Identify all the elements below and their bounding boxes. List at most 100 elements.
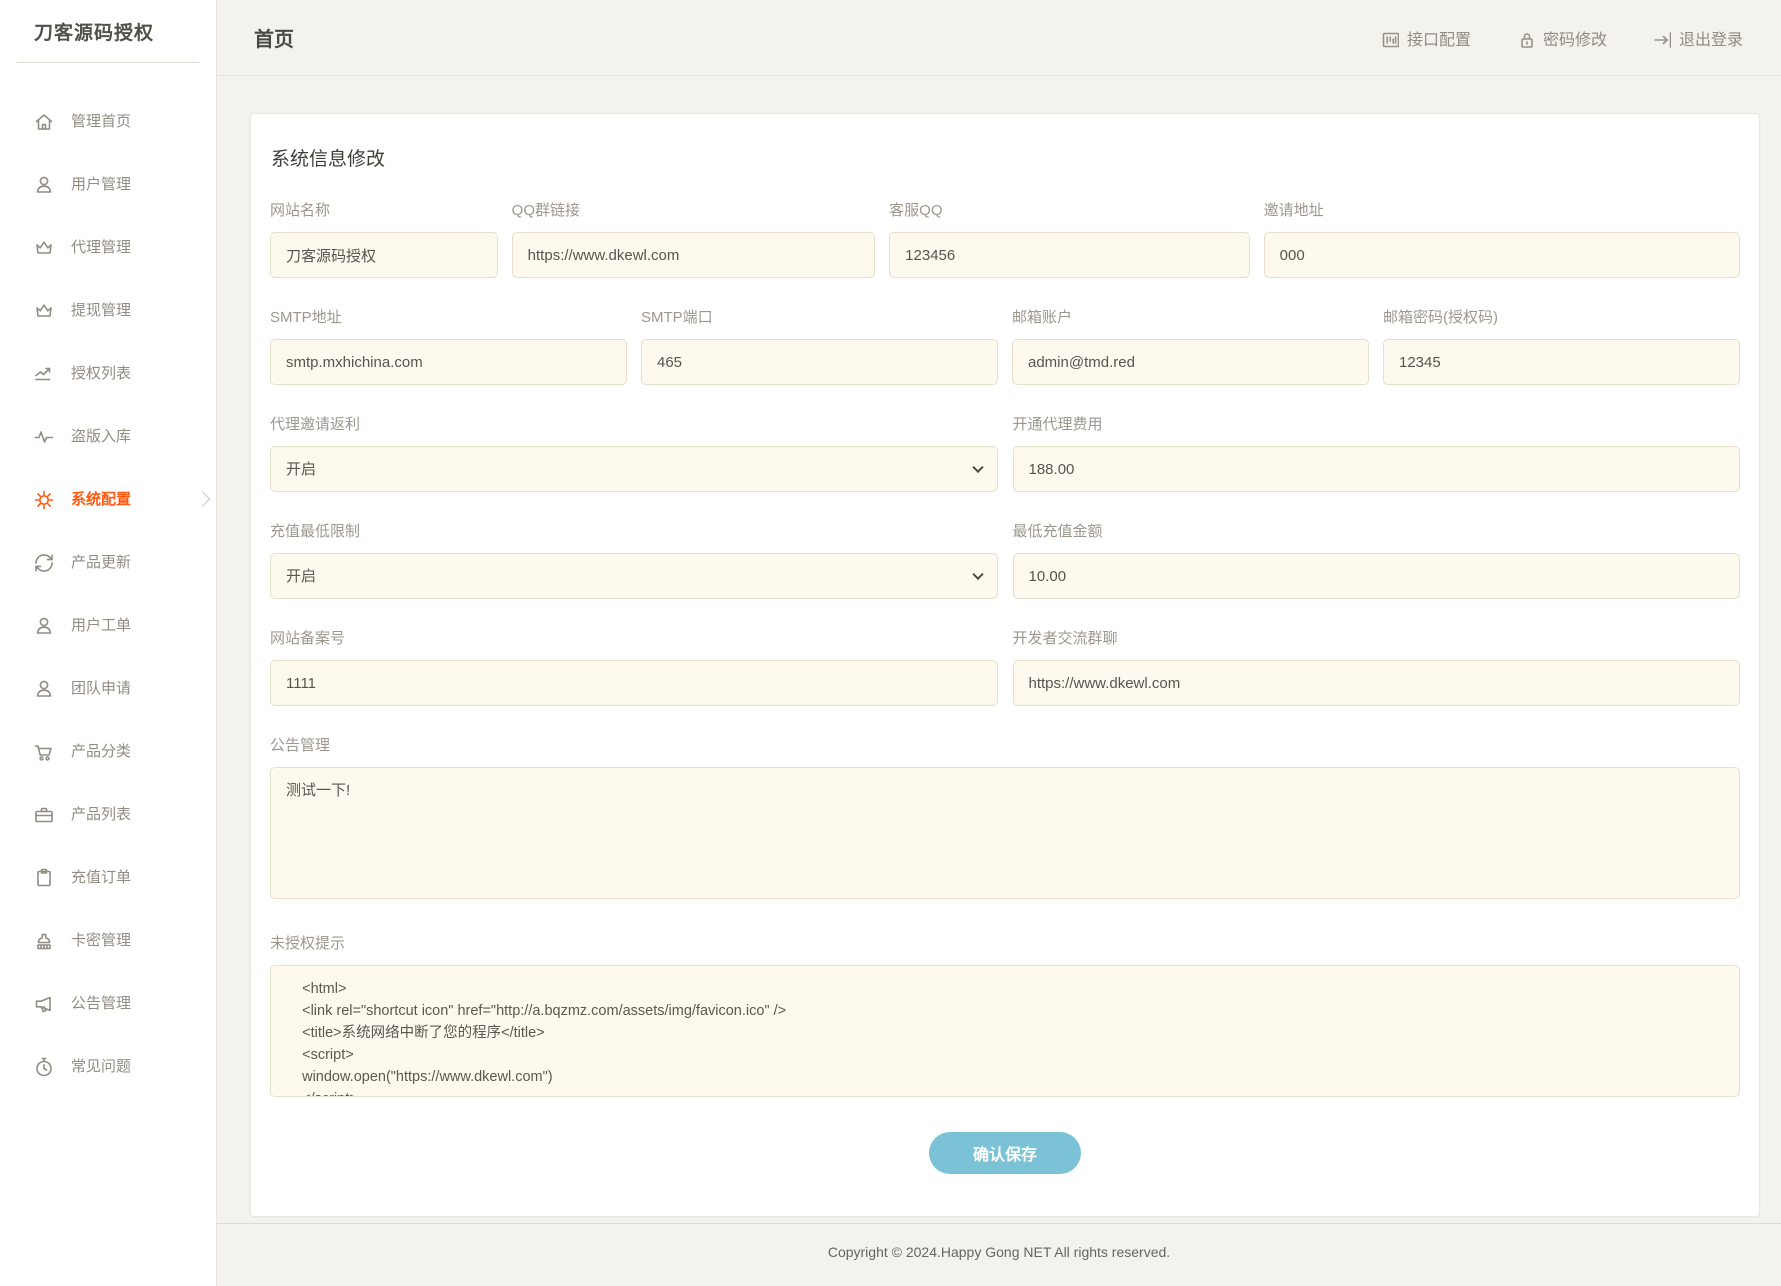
min-recharge-input[interactable] bbox=[1013, 553, 1741, 599]
smtp-host-label: SMTP地址 bbox=[270, 306, 627, 327]
sidebar-item-agent-management[interactable]: 代理管理 bbox=[0, 215, 216, 278]
user-icon bbox=[32, 173, 53, 194]
announcement-textarea[interactable]: 测试一下! bbox=[270, 767, 1740, 899]
icp-number-input[interactable] bbox=[270, 660, 998, 706]
sidebar-item-label: 卡密管理 bbox=[71, 929, 131, 950]
sidebar-item-label: 用户管理 bbox=[71, 173, 131, 194]
home-icon bbox=[32, 110, 53, 131]
form-title: 系统信息修改 bbox=[271, 144, 1740, 171]
sidebar-item-label: 产品分类 bbox=[71, 740, 131, 761]
page-title: 首页 bbox=[254, 23, 294, 52]
announcement-label: 公告管理 bbox=[270, 734, 1740, 755]
mail-account-input[interactable] bbox=[1012, 339, 1369, 385]
field-min-recharge: 最低充值金额 bbox=[1013, 520, 1741, 599]
mail-password-input[interactable] bbox=[1383, 339, 1740, 385]
sidebar-item-system-config[interactable]: 系统配置 bbox=[0, 467, 216, 530]
field-dev-group: 开发者交流群聊 bbox=[1013, 627, 1741, 706]
sidebar-item-license-list[interactable]: 授权列表 bbox=[0, 341, 216, 404]
sidebar-item-label: 常见问题 bbox=[71, 1055, 131, 1076]
field-icp-number: 网站备案号 bbox=[270, 627, 998, 706]
recharge-limit-label: 充值最低限制 bbox=[270, 520, 998, 541]
sidebar-item-team-application[interactable]: 团队申请 bbox=[0, 656, 216, 719]
main-area: 首页 接口配置 密码修改 退出登录 系统信息修改 bbox=[217, 0, 1781, 1286]
sidebar-item-user-tickets[interactable]: 用户工单 bbox=[0, 593, 216, 656]
form-row-announcement: 公告管理 测试一下! bbox=[270, 734, 1740, 904]
field-smtp-port: SMTP端口 bbox=[641, 306, 998, 385]
briefcase-icon bbox=[32, 803, 53, 824]
sidebar-item-user-management[interactable]: 用户管理 bbox=[0, 152, 216, 215]
footer: Copyright © 2024.Happy Gong NET All righ… bbox=[217, 1223, 1781, 1286]
form-row-5: 网站备案号 开发者交流群聊 bbox=[270, 627, 1740, 706]
logout-icon bbox=[1651, 28, 1671, 48]
sidebar-item-label: 系统配置 bbox=[71, 488, 131, 509]
qq-group-input[interactable] bbox=[512, 232, 876, 278]
logout-button[interactable]: 退出登录 bbox=[1651, 26, 1743, 50]
refresh-icon bbox=[32, 551, 53, 572]
sidebar-item-label: 授权列表 bbox=[71, 362, 131, 383]
logout-label: 退出登录 bbox=[1679, 26, 1743, 50]
sidebar-menu: 管理首页 用户管理 代理管理 提现管理 授权列表 盗版入库 bbox=[0, 63, 216, 1097]
sidebar-item-product-update[interactable]: 产品更新 bbox=[0, 530, 216, 593]
smtp-port-input[interactable] bbox=[641, 339, 998, 385]
sidebar-item-product-category[interactable]: 产品分类 bbox=[0, 719, 216, 782]
password-change-button[interactable]: 密码修改 bbox=[1515, 26, 1607, 50]
site-name-input[interactable] bbox=[270, 232, 498, 278]
field-smtp-host: SMTP地址 bbox=[270, 306, 627, 385]
dev-group-input[interactable] bbox=[1013, 660, 1741, 706]
agent-rebate-label: 代理邀请返利 bbox=[270, 413, 998, 434]
app-window: 刀客源码授权 管理首页 用户管理 代理管理 提现管理 授权列表 bbox=[0, 0, 1781, 1286]
api-config-button[interactable]: 接口配置 bbox=[1379, 26, 1471, 50]
site-name-label: 网站名称 bbox=[270, 199, 498, 220]
sidebar-item-withdraw-management[interactable]: 提现管理 bbox=[0, 278, 216, 341]
sidebar-item-label: 代理管理 bbox=[71, 236, 131, 257]
min-recharge-label: 最低充值金额 bbox=[1013, 520, 1741, 541]
crown-icon bbox=[32, 299, 53, 320]
sidebar-item-label: 提现管理 bbox=[71, 299, 131, 320]
sidebar-item-label: 管理首页 bbox=[71, 110, 131, 131]
mail-account-label: 邮箱账户 bbox=[1012, 306, 1369, 327]
field-agent-fee: 开通代理费用 bbox=[1013, 413, 1741, 492]
agent-rebate-select[interactable]: 开启 bbox=[270, 446, 998, 492]
smtp-host-input[interactable] bbox=[270, 339, 627, 385]
user-icon bbox=[32, 614, 53, 635]
form-row-1: 网站名称 QQ群链接 客服QQ 邀请地址 bbox=[270, 199, 1740, 278]
sidebar-item-recharge-orders[interactable]: 充值订单 bbox=[0, 845, 216, 908]
mail-password-label: 邮箱密码(授权码) bbox=[1383, 306, 1740, 327]
sidebar-item-label: 用户工单 bbox=[71, 614, 131, 635]
sidebar-item-product-list[interactable]: 产品列表 bbox=[0, 782, 216, 845]
invite-address-input[interactable] bbox=[1264, 232, 1740, 278]
stamp-icon bbox=[32, 929, 53, 950]
field-recharge-limit: 充值最低限制 开启 bbox=[270, 520, 998, 599]
field-invite-address: 邀请地址 bbox=[1264, 199, 1740, 278]
api-config-icon bbox=[1379, 28, 1399, 48]
button-row: 确认保存 bbox=[270, 1132, 1740, 1174]
service-qq-label: 客服QQ bbox=[889, 199, 1249, 220]
field-service-qq: 客服QQ bbox=[889, 199, 1249, 278]
unauthorized-textarea[interactable]: <html> <link rel="shortcut icon" href="h… bbox=[270, 965, 1740, 1097]
smtp-port-label: SMTP端口 bbox=[641, 306, 998, 327]
sidebar-item-piracy-storage[interactable]: 盗版入库 bbox=[0, 404, 216, 467]
service-qq-input[interactable] bbox=[889, 232, 1249, 278]
crown-icon bbox=[32, 236, 53, 257]
sidebar-item-card-key-management[interactable]: 卡密管理 bbox=[0, 908, 216, 971]
agent-fee-input[interactable] bbox=[1013, 446, 1741, 492]
sidebar-item-faq[interactable]: 常见问题 bbox=[0, 1034, 216, 1097]
recharge-limit-select[interactable]: 开启 bbox=[270, 553, 998, 599]
content-area: 系统信息修改 网站名称 QQ群链接 客服QQ bbox=[217, 76, 1781, 1223]
sidebar-item-label: 团队申请 bbox=[71, 677, 131, 698]
app-logo: 刀客源码授权 bbox=[0, 0, 216, 62]
sidebar-item-announcement-management[interactable]: 公告管理 bbox=[0, 971, 216, 1034]
sidebar-item-admin-home[interactable]: 管理首页 bbox=[0, 89, 216, 152]
clipboard-icon bbox=[32, 866, 53, 887]
cart-icon bbox=[32, 740, 53, 761]
invite-address-label: 邀请地址 bbox=[1264, 199, 1740, 220]
save-button[interactable]: 确认保存 bbox=[929, 1132, 1081, 1174]
sidebar: 刀客源码授权 管理首页 用户管理 代理管理 提现管理 授权列表 bbox=[0, 0, 217, 1286]
unauthorized-label: 未授权提示 bbox=[270, 932, 1740, 953]
dev-group-label: 开发者交流群聊 bbox=[1013, 627, 1741, 648]
sidebar-item-label: 产品列表 bbox=[71, 803, 131, 824]
megaphone-icon bbox=[32, 992, 53, 1013]
header-actions: 接口配置 密码修改 退出登录 bbox=[1379, 26, 1743, 50]
agent-fee-label: 开通代理费用 bbox=[1013, 413, 1741, 434]
field-mail-password: 邮箱密码(授权码) bbox=[1383, 306, 1740, 385]
